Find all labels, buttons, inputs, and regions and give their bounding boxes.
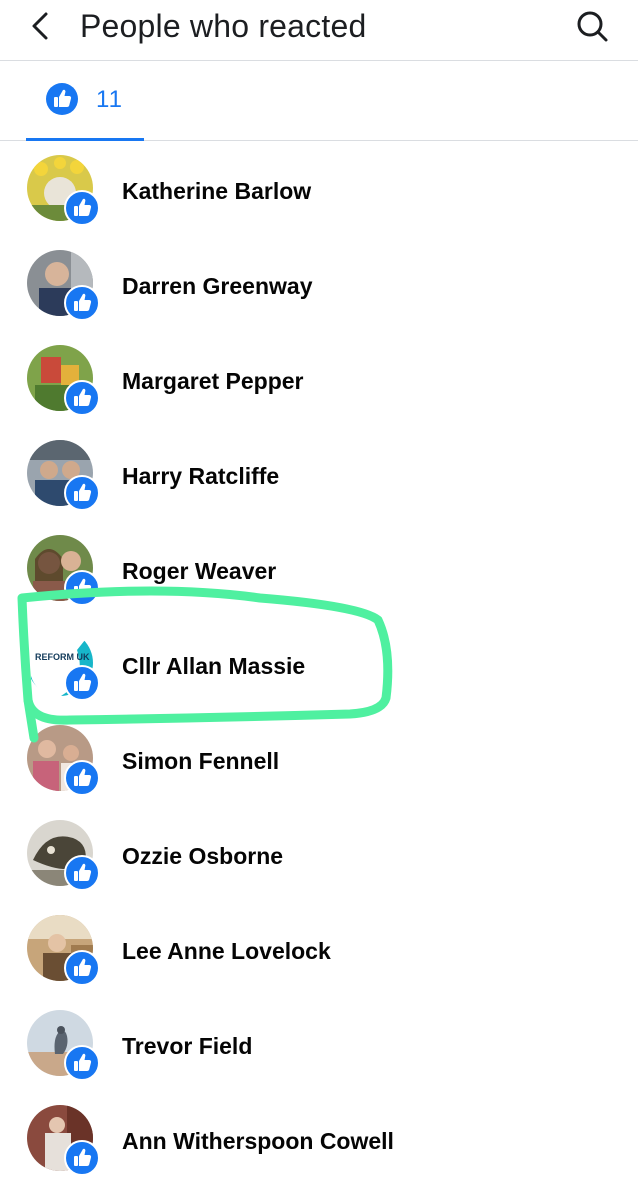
search-button[interactable] — [572, 6, 612, 46]
reactor-name[interactable]: Ozzie Osborne — [122, 842, 283, 870]
like-badge-icon — [64, 570, 100, 606]
reactor-name[interactable]: Ann Witherspoon Cowell — [122, 1127, 394, 1155]
like-badge-icon — [64, 475, 100, 511]
tab-like[interactable]: 11 — [26, 61, 144, 141]
chevron-left-icon — [32, 12, 48, 40]
list-item[interactable]: Roger Weaver — [0, 522, 638, 617]
list-item[interactable]: Ann Witherspoon Cowell — [0, 1092, 638, 1187]
avatar-logo-text: REFORM UK — [35, 652, 90, 662]
like-badge-icon — [64, 760, 100, 796]
list-item[interactable]: Trevor Field — [0, 997, 638, 1092]
like-icon — [46, 83, 78, 115]
like-badge-icon — [64, 1140, 100, 1176]
reactor-name[interactable]: Darren Greenway — [122, 272, 312, 300]
header-bar: People who reacted — [0, 0, 638, 61]
like-badge-icon — [64, 380, 100, 416]
reactor-name[interactable]: Cllr Allan Massie — [122, 652, 305, 680]
tab-like-count: 11 — [96, 86, 123, 113]
like-badge-icon — [64, 950, 100, 986]
like-badge-icon — [64, 190, 100, 226]
reactor-name[interactable]: Katherine Barlow — [122, 177, 311, 205]
like-badge-icon — [64, 285, 100, 321]
like-badge-icon — [64, 1045, 100, 1081]
reactor-name[interactable]: Simon Fennell — [122, 747, 279, 775]
back-button[interactable] — [22, 6, 62, 46]
like-badge-icon — [64, 665, 100, 701]
search-icon — [577, 11, 608, 42]
page-title: People who reacted — [80, 8, 367, 44]
reactor-name[interactable]: Trevor Field — [122, 1032, 252, 1060]
list-item[interactable]: Harry Ratcliffe — [0, 427, 638, 522]
list-item[interactable]: Simon Fennell — [0, 712, 638, 807]
reactor-name[interactable]: Lee Anne Lovelock — [122, 937, 331, 965]
list-item[interactable]: Margaret Pepper — [0, 332, 638, 427]
reactor-name[interactable]: Harry Ratcliffe — [122, 462, 279, 490]
list-item[interactable]: Ozzie Osborne — [0, 807, 638, 902]
list-item[interactable]: Katherine Barlow — [0, 142, 638, 237]
list-item[interactable]: REFORM UK Cllr Allan Massie — [0, 617, 638, 712]
reaction-tabs: 11 — [0, 61, 638, 141]
list-item[interactable]: Darren Greenway — [0, 237, 638, 332]
reactor-name[interactable]: Roger Weaver — [122, 557, 276, 585]
reactor-name[interactable]: Margaret Pepper — [122, 367, 304, 395]
list-item[interactable]: Lee Anne Lovelock — [0, 902, 638, 997]
like-badge-icon — [64, 855, 100, 891]
